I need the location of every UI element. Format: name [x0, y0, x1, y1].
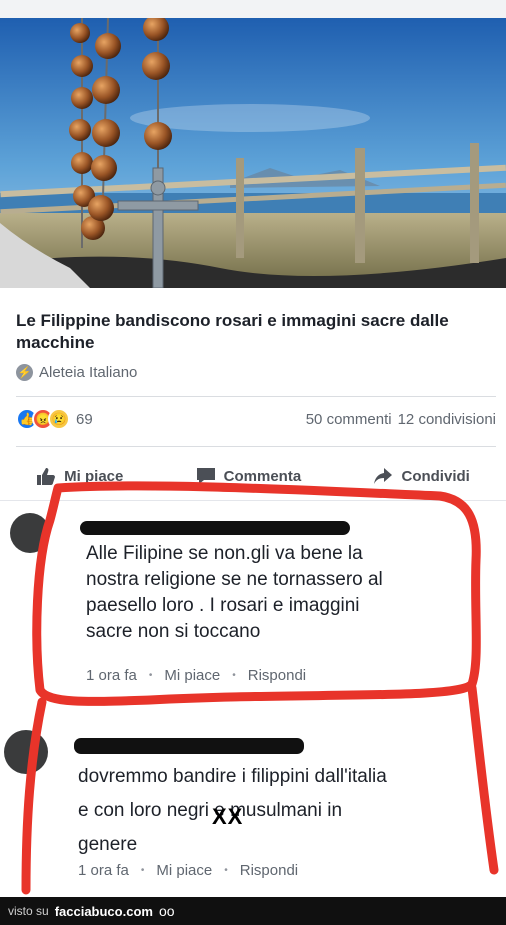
- share-label: Condividi: [401, 467, 470, 485]
- watermark-site[interactable]: facciabuco.com: [55, 904, 153, 919]
- comment-icon: [196, 468, 215, 484]
- separator-dot: •: [224, 865, 228, 876]
- reaction-count: 69: [76, 410, 93, 428]
- comment-time[interactable]: 1 ora fa: [86, 667, 137, 684]
- redacted-author-name: [80, 521, 350, 535]
- comment-count[interactable]: 50 commenti: [306, 411, 392, 428]
- comment-time[interactable]: 1 ora fa: [78, 862, 129, 879]
- action-bar: Mi piace Commenta Condividi: [0, 458, 506, 494]
- article-card[interactable]: Le Filippine bandiscono rosari e immagin…: [0, 288, 506, 396]
- comment-line: dovremmo bandire i filippini dall'italia: [78, 766, 387, 787]
- comment-line: Alle Filipine se non.gli va bene la: [86, 543, 363, 564]
- source-icon: ⚡: [16, 364, 33, 381]
- comment-meta: 1 ora fa • Mi piace • Rispondi: [78, 862, 298, 879]
- top-strip: [0, 0, 506, 18]
- comment-text: Alle Filipine se non.gli va bene la nost…: [86, 541, 383, 645]
- redacted-author-name: [74, 738, 304, 754]
- comment-line: nostra religione se ne tornassero al: [86, 569, 383, 590]
- rosary-photo: [0, 18, 506, 288]
- facciabuco-logo-icon: oo: [158, 903, 175, 919]
- comment-item: Alle Filipine se non.gli va bene la nost…: [0, 505, 506, 695]
- separator-dot: •: [140, 865, 145, 876]
- reaction-summary[interactable]: 👍 😠 😢 69: [16, 408, 93, 430]
- article-title[interactable]: Le Filippine bandiscono rosari e immagin…: [16, 310, 496, 354]
- comment-item: dovremmo bandire i filippini dall'italia…: [0, 700, 506, 895]
- article-source[interactable]: ⚡ Aleteia Italiano: [16, 364, 137, 381]
- separator-dot: •: [232, 670, 236, 681]
- thumbs-up-icon: [37, 468, 56, 485]
- comment-line: paesello loro . I rosari e imaggini: [86, 595, 360, 616]
- divider: [0, 500, 506, 501]
- comment-button[interactable]: Commenta: [196, 467, 302, 485]
- watermark-prefix: visto su: [8, 904, 49, 918]
- divider: [16, 446, 496, 447]
- article-image[interactable]: [0, 18, 506, 288]
- avatar[interactable]: [10, 513, 50, 553]
- avatar[interactable]: [4, 730, 48, 774]
- comment-meta: 1 ora fa • Mi piace • Rispondi: [86, 667, 306, 684]
- engagement-stats[interactable]: 50 commenti 12 condivisioni: [306, 411, 496, 428]
- sad-reaction-icon: 😢: [48, 408, 70, 430]
- censor-mark: XX: [212, 804, 244, 829]
- comment-reply-link[interactable]: Rispondi: [240, 862, 298, 879]
- comment-line: genere: [78, 834, 138, 855]
- comment-like-link[interactable]: Mi piace: [164, 667, 220, 684]
- share-count[interactable]: 12 condivisioni: [398, 411, 496, 428]
- like-button[interactable]: Mi piace: [36, 467, 123, 485]
- share-button[interactable]: Condividi: [373, 467, 470, 485]
- source-name: Aleteia Italiano: [39, 364, 138, 381]
- watermark-footer: visto su facciabuco.com oo: [0, 897, 506, 925]
- share-icon: [374, 468, 393, 484]
- comment-reply-link[interactable]: Rispondi: [248, 667, 306, 684]
- comment-like-link[interactable]: Mi piace: [156, 862, 212, 879]
- divider: [16, 396, 496, 397]
- comment-line: sacre non si toccano: [86, 621, 261, 642]
- separator-dot: •: [148, 670, 153, 681]
- like-label: Mi piace: [64, 467, 124, 485]
- comment-label: Commenta: [223, 467, 302, 485]
